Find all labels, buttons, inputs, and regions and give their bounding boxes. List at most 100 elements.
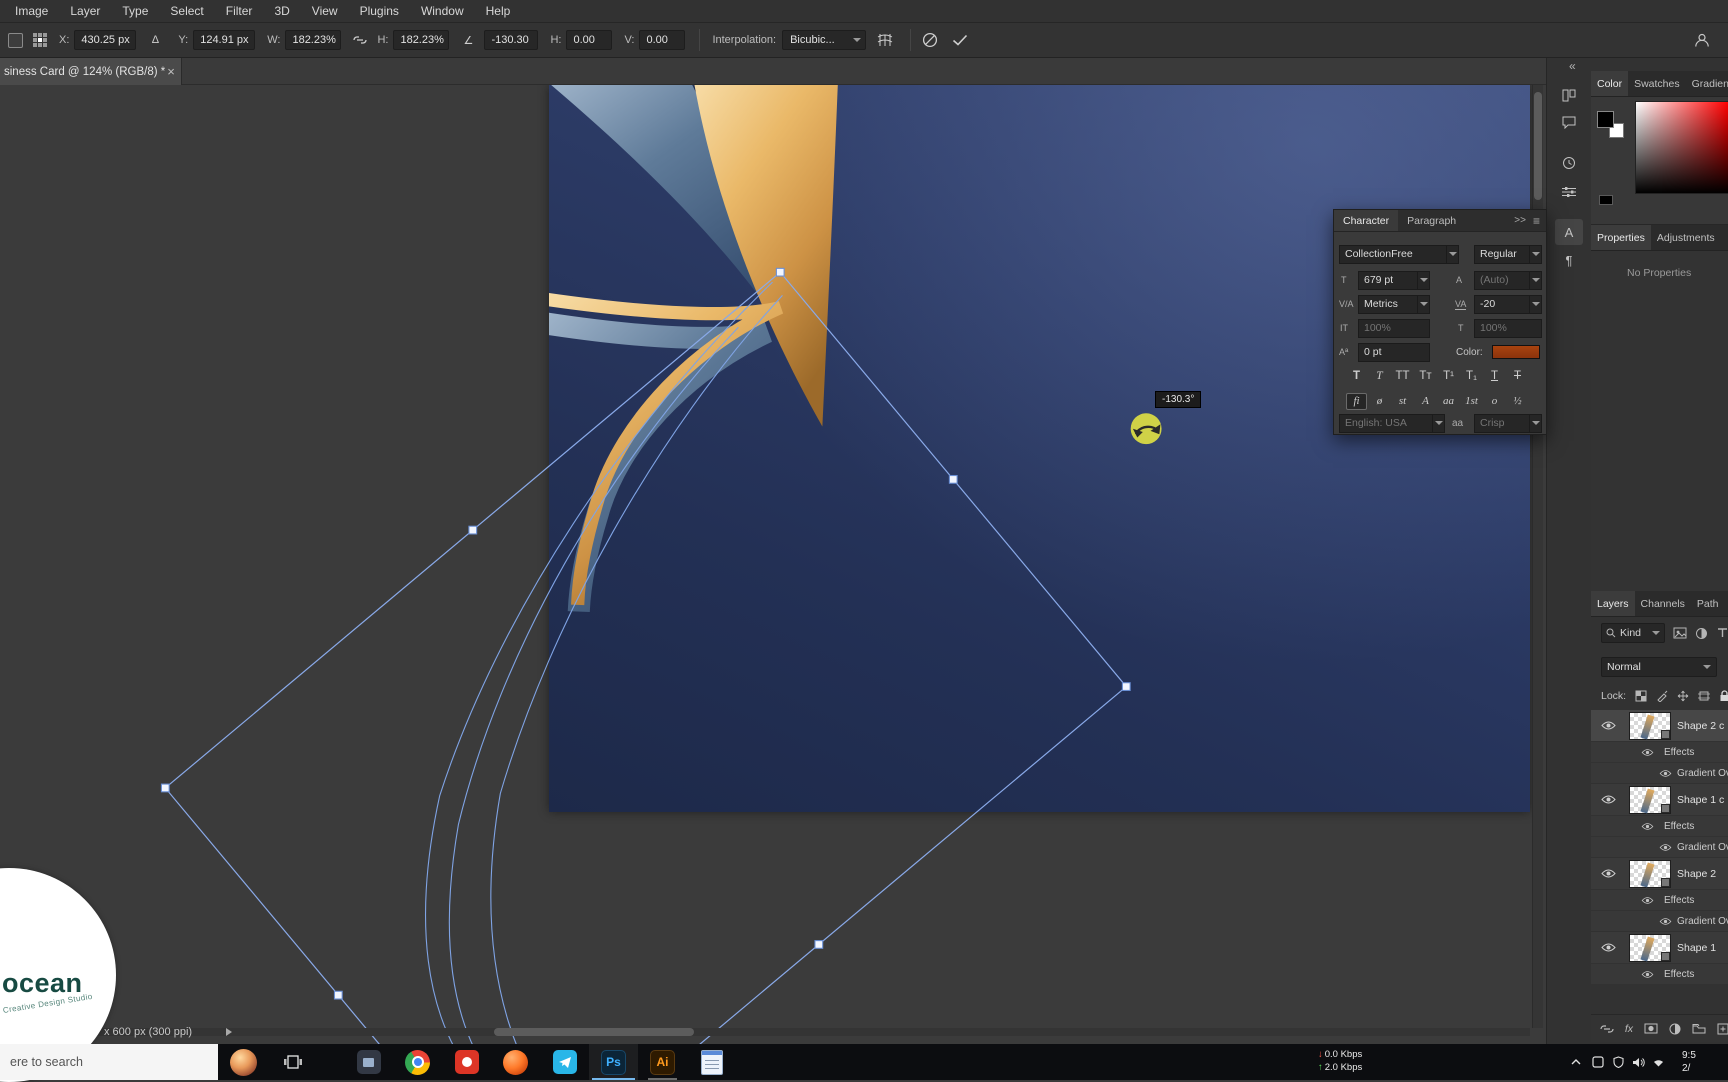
horizontal-scale-field[interactable]: 100%	[1474, 318, 1542, 338]
all-caps-button[interactable]: TT	[1392, 368, 1413, 385]
visibility-eye-icon[interactable]	[1601, 868, 1619, 879]
visibility-eye-icon[interactable]	[1659, 917, 1672, 926]
layer-name[interactable]: Shape 1 c	[1677, 794, 1724, 806]
taskbar-app-2[interactable]	[442, 1044, 491, 1080]
layer-thumbnail[interactable]	[1629, 859, 1671, 888]
menu-help[interactable]: Help	[475, 0, 522, 22]
close-tab-icon[interactable]: ×	[165, 64, 177, 79]
visibility-eye-icon[interactable]	[1659, 769, 1672, 778]
effects-label[interactable]: Effects	[1664, 821, 1694, 832]
document-canvas[interactable]	[549, 85, 1530, 812]
layer-thumbnail[interactable]	[1629, 933, 1671, 962]
taskbar-illustrator[interactable]: Ai	[638, 1044, 687, 1080]
menu-image[interactable]: Image	[4, 0, 59, 22]
foreground-background-swatches[interactable]	[1597, 111, 1629, 143]
effect-item-row[interactable]: Gradient Ov	[1591, 911, 1728, 932]
filter-adjustment-layers-icon[interactable]	[1695, 627, 1708, 640]
effects-row[interactable]: Effects	[1591, 742, 1728, 763]
horizontal-skew-field[interactable]: 0.00	[566, 30, 613, 50]
menu-layer[interactable]: Layer	[59, 0, 111, 22]
menu-plugins[interactable]: Plugins	[349, 0, 410, 22]
discretionary-ligatures-button[interactable]: st	[1392, 393, 1413, 410]
effects-row[interactable]: Effects	[1591, 890, 1728, 911]
strikethrough-button[interactable]: T	[1507, 368, 1528, 385]
font-size-field[interactable]: 679 pt	[1358, 270, 1430, 290]
tray-security-icon[interactable]	[1608, 1056, 1628, 1068]
rotation-angle-field[interactable]: -130.30	[484, 30, 539, 50]
cancel-transform-button[interactable]	[919, 29, 941, 51]
collapse-panel-icon[interactable]: >>	[1514, 215, 1526, 226]
status-flyout-icon[interactable]	[226, 1028, 232, 1036]
effect-name[interactable]: Gradient Ov	[1677, 768, 1728, 779]
commit-transform-button[interactable]	[949, 29, 971, 51]
font-style-dropdown[interactable]: Regular	[1474, 244, 1542, 264]
layer-style-fx-button[interactable]: fx	[1625, 1023, 1633, 1035]
taskbar-app-3[interactable]	[491, 1044, 540, 1080]
contextual-alternates-button[interactable]: ø	[1369, 393, 1390, 410]
leading-field[interactable]: (Auto)	[1474, 270, 1542, 290]
lock-all-icon[interactable]	[1719, 690, 1728, 702]
layer-name[interactable]: Shape 2 c	[1677, 720, 1724, 732]
tray-clock[interactable]: 9:5 2/	[1682, 1049, 1728, 1075]
layer-row[interactable]: Shape 2 c	[1591, 710, 1728, 742]
effect-item-row[interactable]: Gradient Ov	[1591, 763, 1728, 784]
effects-label[interactable]: Effects	[1664, 747, 1694, 758]
ordinals-button[interactable]: o	[1484, 393, 1505, 410]
vertical-scale-field[interactable]: 100%	[1358, 318, 1430, 338]
visibility-eye-icon[interactable]	[1601, 942, 1619, 953]
document-tab[interactable]: siness Card @ 124% (RGB/8) * ×	[0, 58, 182, 85]
effects-row[interactable]: Effects	[1591, 816, 1728, 837]
character-panel-icon[interactable]: A	[1555, 219, 1583, 245]
network-icon[interactable]	[1648, 1057, 1668, 1067]
faux-bold-button[interactable]: T	[1346, 368, 1367, 385]
tracking-field[interactable]: -20	[1474, 294, 1542, 314]
black-color-chip[interactable]	[1599, 195, 1613, 205]
width-scale-field[interactable]: 182.23%	[285, 30, 342, 50]
subscript-button[interactable]: T₁	[1461, 368, 1482, 385]
menu-select[interactable]: Select	[159, 0, 214, 22]
color-picker-field[interactable]	[1635, 101, 1728, 194]
effect-name[interactable]: Gradient Ov	[1677, 842, 1728, 853]
taskbar-app-1[interactable]	[344, 1044, 393, 1080]
panel-menu-icon[interactable]: ≡	[1533, 214, 1540, 228]
taskbar-chrome[interactable]	[393, 1044, 442, 1080]
layer-row[interactable]: Shape 1 c	[1591, 784, 1728, 816]
effect-item-row[interactable]: Gradient Ov	[1591, 837, 1728, 858]
menu-view[interactable]: View	[301, 0, 349, 22]
lock-pixels-icon[interactable]	[1656, 690, 1668, 702]
foreground-color-swatch[interactable]	[1597, 111, 1614, 128]
tab-layers[interactable]: Layers	[1591, 591, 1635, 616]
lock-artboard-icon[interactable]	[1698, 690, 1711, 702]
reference-point-locator[interactable]	[33, 33, 47, 47]
taskbar-app-4[interactable]	[540, 1044, 589, 1080]
vertical-scrollbar-thumb[interactable]	[1534, 92, 1542, 200]
layer-row[interactable]: Shape 1	[1591, 932, 1728, 964]
relative-positioning-button[interactable]: Δ	[144, 29, 166, 51]
type-color-swatch[interactable]	[1492, 345, 1540, 359]
effects-label[interactable]: Effects	[1664, 895, 1694, 906]
link-layers-icon[interactable]	[1600, 1024, 1614, 1034]
lock-transparency-icon[interactable]	[1635, 690, 1647, 702]
standard-ligatures-button[interactable]: fi	[1346, 392, 1367, 410]
history-panel-icon[interactable]	[1555, 150, 1583, 176]
visibility-eye-icon[interactable]	[1641, 970, 1659, 979]
small-caps-button[interactable]: Tᴛ	[1415, 368, 1436, 385]
new-layer-icon[interactable]	[1717, 1023, 1728, 1035]
menu-window[interactable]: Window	[410, 0, 475, 22]
tab-color[interactable]: Color	[1591, 71, 1629, 96]
faux-italic-button[interactable]: T	[1369, 368, 1390, 385]
swash-button[interactable]: A	[1415, 393, 1436, 410]
visibility-eye-icon[interactable]	[1659, 843, 1672, 852]
task-view-button[interactable]	[268, 1044, 318, 1080]
tab-channels[interactable]: Channels	[1635, 591, 1691, 616]
vertical-skew-field[interactable]: 0.00	[639, 30, 686, 50]
effect-name[interactable]: Gradient Ov	[1677, 916, 1728, 927]
layer-row[interactable]: Shape 2	[1591, 858, 1728, 890]
tab-paths[interactable]: Path	[1691, 591, 1725, 616]
blend-mode-dropdown[interactable]: Normal	[1601, 657, 1717, 677]
taskbar-photoshop[interactable]: Ps	[589, 1044, 638, 1080]
interpolation-dropdown[interactable]: Bicubic...	[782, 30, 867, 50]
account-icon[interactable]	[1694, 32, 1710, 48]
visibility-eye-icon[interactable]	[1641, 896, 1659, 905]
canvas-pasteboard[interactable]	[0, 85, 1546, 1044]
